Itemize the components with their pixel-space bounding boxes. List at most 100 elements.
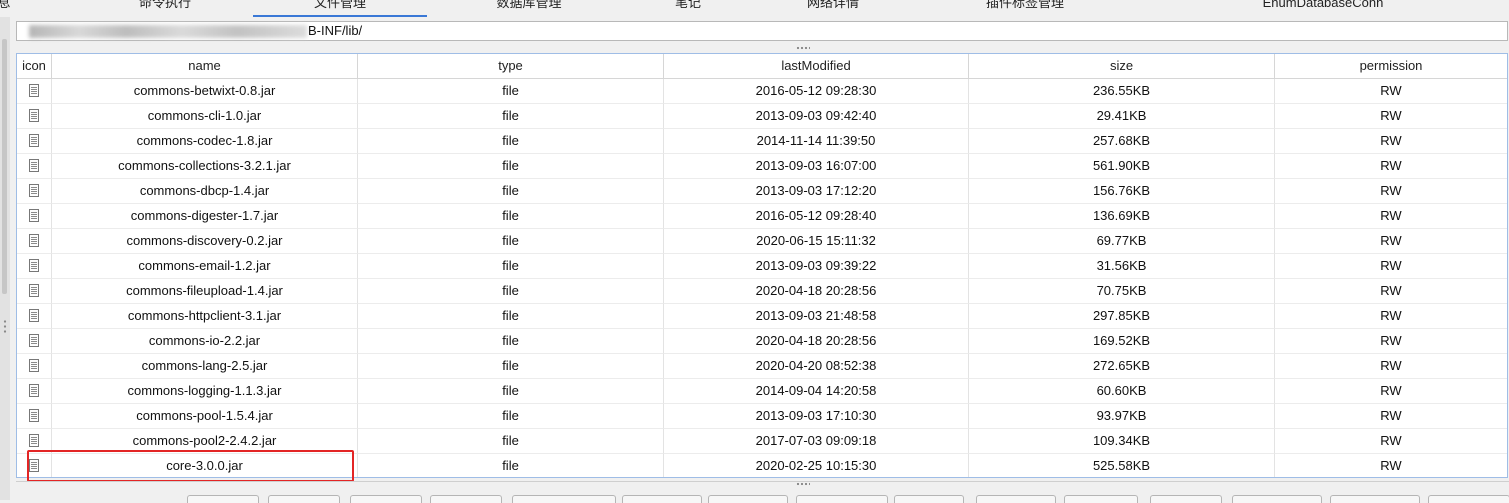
cell-type: file xyxy=(358,304,664,329)
tab-info[interactable]: 息 xyxy=(0,0,16,15)
cell-size: 31.56KB xyxy=(969,254,1275,279)
file-icon xyxy=(29,383,39,397)
cell-size: 169.52KB xyxy=(969,329,1275,354)
cell-name: commons-email-1.2.jar xyxy=(52,254,358,279)
cell-icon xyxy=(17,254,52,279)
cell-permission: RW xyxy=(1275,104,1507,129)
bottom-button-6[interactable] xyxy=(622,495,702,503)
bottom-button-4[interactable] xyxy=(430,495,502,503)
tab-file-manager[interactable]: 文件管理 xyxy=(253,0,427,17)
tab-network-details[interactable]: 网络详情 xyxy=(790,0,876,15)
cell-permission: RW xyxy=(1275,354,1507,379)
tab-database-manager[interactable]: 数据库管理 xyxy=(470,0,588,15)
table-row[interactable]: commons-email-1.2.jar file 2013-09-03 09:3… xyxy=(17,254,1507,279)
bottom-button-7[interactable] xyxy=(708,495,788,503)
cell-icon xyxy=(17,104,52,129)
file-icon xyxy=(29,358,39,372)
cell-icon xyxy=(17,154,52,179)
table-row[interactable]: commons-codec-1.8.jar file 2014-11-14 11:3… xyxy=(17,129,1507,154)
table-row[interactable]: commons-betwixt-0.8.jar file 2016-05-12 09… xyxy=(17,79,1507,104)
cell-size: 69.77KB xyxy=(969,229,1275,254)
cell-permission: RW xyxy=(1275,204,1507,229)
table-row[interactable]: commons-pool-1.5.4.jar file 2013-09-03 17:… xyxy=(17,404,1507,429)
cell-type: file xyxy=(358,379,664,404)
cell-size: 93.97KB xyxy=(969,404,1275,429)
cell-permission: RW xyxy=(1275,279,1507,304)
bottom-button-2[interactable] xyxy=(268,495,340,503)
column-header-name[interactable]: name xyxy=(52,54,358,78)
cell-last-modified: 2013-09-03 21:48:58 xyxy=(664,304,969,329)
tab-plugin-tag-manager[interactable]: 插件标签管理 xyxy=(955,0,1095,15)
table-row[interactable]: commons-lang-2.5.jar file 2020-04-20 08:52… xyxy=(17,354,1507,379)
cell-permission: RW xyxy=(1275,329,1507,354)
cell-name: commons-httpclient-3.1.jar xyxy=(52,304,358,329)
left-scrollbar[interactable] xyxy=(2,39,7,294)
cell-permission: RW xyxy=(1275,79,1507,104)
tab-notes[interactable]: 笔记 xyxy=(660,0,716,15)
cell-icon xyxy=(17,79,52,104)
bottom-button-5[interactable] xyxy=(512,495,616,503)
table-row[interactable]: commons-cli-1.0.jar file 2013-09-03 09:42:… xyxy=(17,104,1507,129)
cell-icon xyxy=(17,329,52,354)
table-row[interactable]: commons-io-2.2.jar file 2020-04-18 20:28:5… xyxy=(17,329,1507,354)
bottom-button-3[interactable] xyxy=(350,495,422,503)
cell-permission: RW xyxy=(1275,429,1507,454)
cell-icon xyxy=(17,179,52,204)
path-input[interactable]: B-INF/lib/ xyxy=(16,21,1508,41)
tab-command-exec[interactable]: 命令执行 xyxy=(110,0,220,15)
tab-enum-database-conn[interactable]: EnumDatabaseConn xyxy=(1240,0,1406,15)
cell-size: 109.34KB xyxy=(969,429,1275,454)
bottom-button-1[interactable] xyxy=(187,495,259,503)
file-icon xyxy=(29,208,39,222)
cell-type: file xyxy=(358,154,664,179)
cell-size: 236.55KB xyxy=(969,79,1275,104)
cell-last-modified: 2020-04-20 08:52:38 xyxy=(664,354,969,379)
cell-type: file xyxy=(358,454,664,477)
cell-icon xyxy=(17,379,52,404)
table-row[interactable]: commons-httpclient-3.1.jar file 2013-09-03… xyxy=(17,304,1507,329)
cell-name: commons-collections-3.2.1.jar xyxy=(52,154,358,179)
table-row[interactable]: commons-logging-1.1.3.jar file 2014-09-04 … xyxy=(17,379,1507,404)
cell-name: commons-pool-1.5.4.jar xyxy=(52,404,358,429)
table-row[interactable]: commons-collections-3.2.1.jar file 2013-09… xyxy=(17,154,1507,179)
split-pane-grip-vertical[interactable] xyxy=(3,319,7,335)
file-icon xyxy=(29,183,39,197)
cell-last-modified: 2020-02-25 10:15:30 xyxy=(664,454,969,477)
tab-bar: 息 命令执行 文件管理 数据库管理 笔记 网络详情 插件标签管理 EnumDat… xyxy=(0,0,1509,17)
bottom-button-12[interactable] xyxy=(1150,495,1222,503)
cell-last-modified: 2017-07-03 09:09:18 xyxy=(664,429,969,454)
column-header-type[interactable]: type xyxy=(358,54,664,78)
cell-icon xyxy=(17,404,52,429)
bottom-button-15[interactable] xyxy=(1428,495,1509,503)
column-header-last-modified[interactable]: lastModified xyxy=(664,54,969,78)
bottom-button-13[interactable] xyxy=(1232,495,1322,503)
cell-last-modified: 2013-09-03 09:39:22 xyxy=(664,254,969,279)
cell-type: file xyxy=(358,229,664,254)
cell-size: 272.65KB xyxy=(969,354,1275,379)
column-header-icon[interactable]: icon xyxy=(17,54,52,78)
cell-permission: RW xyxy=(1275,304,1507,329)
bottom-button-8[interactable] xyxy=(796,495,888,503)
cell-last-modified: 2020-06-15 15:11:32 xyxy=(664,229,969,254)
split-pane-grip-bottom[interactable] xyxy=(796,482,810,486)
cell-size: 257.68KB xyxy=(969,129,1275,154)
bottom-button-10[interactable] xyxy=(976,495,1056,503)
column-header-permission[interactable]: permission xyxy=(1275,54,1507,78)
table-header: icon name type lastModified size permiss… xyxy=(17,54,1507,79)
table-row[interactable]: commons-dbcp-1.4.jar file 2013-09-03 17:12… xyxy=(17,179,1507,204)
bottom-button-14[interactable] xyxy=(1330,495,1420,503)
table-row[interactable]: commons-digester-1.7.jar file 2016-05-12 0… xyxy=(17,204,1507,229)
cell-last-modified: 2014-11-14 11:39:50 xyxy=(664,129,969,154)
cell-size: 70.75KB xyxy=(969,279,1275,304)
column-header-size[interactable]: size xyxy=(969,54,1275,78)
cell-permission: RW xyxy=(1275,179,1507,204)
split-pane-grip-top[interactable] xyxy=(796,46,810,50)
cell-last-modified: 2013-09-03 16:07:00 xyxy=(664,154,969,179)
file-icon xyxy=(29,258,39,272)
bottom-button-11[interactable] xyxy=(1064,495,1138,503)
cell-last-modified: 2013-09-03 09:42:40 xyxy=(664,104,969,129)
cell-icon xyxy=(17,279,52,304)
table-row[interactable]: commons-fileupload-1.4.jar file 2020-04-18… xyxy=(17,279,1507,304)
bottom-button-9[interactable] xyxy=(894,495,964,503)
table-row[interactable]: commons-discovery-0.2.jar file 2020-06-15 … xyxy=(17,229,1507,254)
